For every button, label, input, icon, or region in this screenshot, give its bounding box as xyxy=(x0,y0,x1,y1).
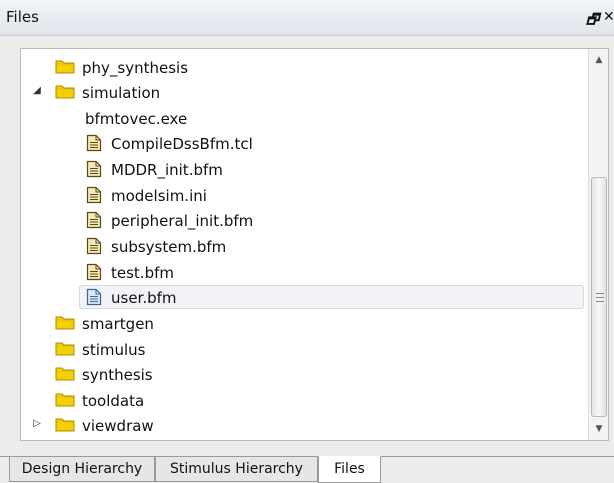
folder-icon xyxy=(55,365,75,385)
file-icon xyxy=(86,211,102,233)
tree-row[interactable]: ◢ simulation xyxy=(21,80,586,104)
tree-row[interactable]: smartgen xyxy=(21,311,586,335)
file-icon xyxy=(86,263,102,285)
files-window: Files 🗗 ✕ phy_synthesis ◢ simulation bfmtov… xyxy=(0,0,614,483)
tree-item-label: subsystem.bfm xyxy=(111,238,227,256)
tree-item-label: modelsim.ini xyxy=(111,187,207,205)
tree-item-label: test.bfm xyxy=(111,264,174,282)
file-tree: phy_synthesis ◢ simulation bfmtovec.exe Comp… xyxy=(20,48,609,441)
tree-row[interactable]: test.bfm xyxy=(21,260,586,284)
tree-row[interactable]: MDDR_init.bfm xyxy=(21,157,586,181)
folder-icon xyxy=(55,58,75,78)
tree-row[interactable]: bfmtovec.exe xyxy=(21,106,586,130)
tab-stimulus-hierarchy[interactable]: Stimulus Hierarchy xyxy=(155,456,318,482)
tree-row[interactable]: phy_synthesis xyxy=(21,55,586,79)
tree-item-label: CompileDssBfm.tcl xyxy=(111,135,253,153)
tree-item-label: peripheral_init.bfm xyxy=(111,212,254,230)
tab-bar: Design Hierarchy Stimulus Hierarchy File… xyxy=(0,456,614,483)
tree-row[interactable]: subsystem.bfm xyxy=(21,234,586,258)
tree-row[interactable]: stimulus xyxy=(21,337,586,361)
file-icon xyxy=(86,288,102,310)
file-icon xyxy=(86,186,102,208)
tree-row[interactable]: modelsim.ini xyxy=(21,183,586,207)
tree-row[interactable]: synthesis xyxy=(21,362,586,386)
scroll-thumb[interactable] xyxy=(591,177,607,417)
tree-row[interactable]: user.bfm xyxy=(21,285,586,309)
tree-item-label: user.bfm xyxy=(111,289,177,307)
tree-row[interactable]: ▷ viewdraw xyxy=(21,413,586,437)
tree-item-label: tooldata xyxy=(82,392,145,410)
scroll-up-icon[interactable]: ▲ xyxy=(589,51,608,69)
tree-item-label: phy_synthesis xyxy=(82,59,189,77)
panel-title: Files xyxy=(6,8,39,26)
tree-item-label: smartgen xyxy=(82,315,154,333)
tree-item-label: simulation xyxy=(82,84,161,102)
tree-row[interactable]: CompileDssBfm.tcl xyxy=(21,131,586,155)
tree-row[interactable]: tooldata xyxy=(21,388,586,412)
folder-icon xyxy=(55,314,75,334)
expand-arrow-icon[interactable]: ▷ xyxy=(31,418,43,430)
tab-files[interactable]: Files xyxy=(318,456,381,483)
tree-row[interactable]: peripheral_init.bfm xyxy=(21,208,586,232)
title-bar: Files 🗗 ✕ xyxy=(0,0,614,36)
tree-item-label: synthesis xyxy=(82,366,153,384)
file-icon xyxy=(86,160,102,182)
tab-design-hierarchy[interactable]: Design Hierarchy xyxy=(9,456,155,482)
tree-item-label: stimulus xyxy=(82,341,146,359)
file-icon xyxy=(86,134,102,156)
restore-icon[interactable]: 🗗 xyxy=(586,9,599,33)
scroll-down-icon[interactable]: ▼ xyxy=(589,420,608,438)
collapse-arrow-icon[interactable]: ◢ xyxy=(31,85,43,97)
tree-item-label: viewdraw xyxy=(82,417,154,435)
tree-item-label: bfmtovec.exe xyxy=(85,110,188,128)
tree-item-label: MDDR_init.bfm xyxy=(111,161,223,179)
folder-icon xyxy=(55,340,75,360)
file-icon xyxy=(86,237,102,259)
folder-icon xyxy=(55,83,75,103)
close-icon[interactable]: ✕ xyxy=(603,9,614,25)
folder-icon xyxy=(55,391,75,411)
folder-icon xyxy=(55,416,75,436)
vertical-scrollbar[interactable]: ▲ ▼ xyxy=(588,49,608,440)
grip-icon xyxy=(596,293,604,302)
